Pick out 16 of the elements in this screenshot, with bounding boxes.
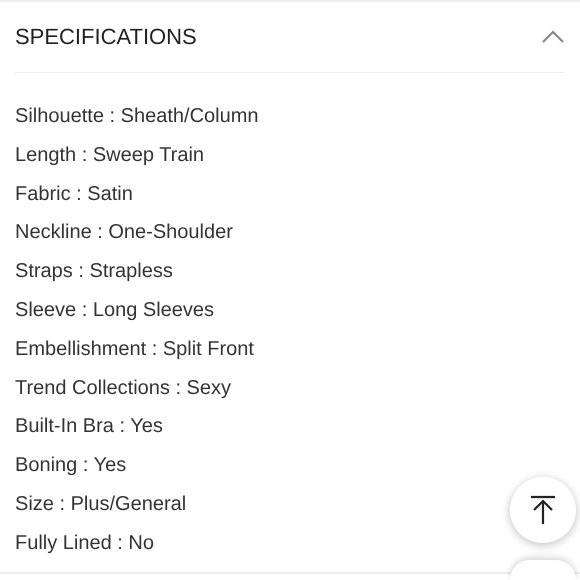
spec-item: Fabric : Satin [15,182,133,207]
spec-item: Silhouette : Sheath/Column [15,104,258,129]
section-title: SPECIFICATIONS [15,24,197,50]
spec-item: Embellishment : Split Front [15,336,254,362]
spec-item: Straps : Strapless [15,259,173,284]
spec-item: Boning : Yes [15,453,126,478]
spec-item: Trend Collections : Sexy [15,376,232,401]
back-to-top-button[interactable] [510,477,576,543]
spec-item: Neckline : One-Shoulder [15,220,233,246]
back-to-top-icon [530,495,556,525]
chevron-icon[interactable] [541,30,565,44]
spec-item: Sleeve : Long Sleeves [15,298,214,323]
spec-item: Size : Plus/General [15,492,186,517]
spec-item: Fully Lined : No [15,530,154,556]
spec-item: Built-In Bra : Yes [15,414,163,440]
spec-item: Length : Sweep Train [15,142,204,168]
